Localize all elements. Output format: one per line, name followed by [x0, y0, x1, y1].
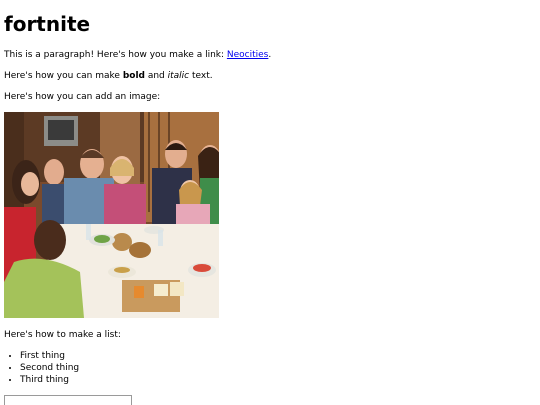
formatting-paragraph: Here's how you can make bold and italic …: [4, 70, 213, 82]
list-item: Second thing: [20, 362, 79, 374]
formatting-middle: and: [144, 71, 168, 81]
page-title: fortnite: [4, 12, 91, 36]
list-item: First thing: [20, 350, 79, 362]
image-paragraph: Here's how you can add an image:: [4, 92, 161, 102]
bullet-list: First thing Second thing Third thing: [4, 350, 79, 386]
formatting-prefix: Here's how you can make: [4, 71, 123, 81]
page-body: fortnite This is a paragraph! Here's how…: [4, 0, 540, 405]
link-paragraph: This is a paragraph! Here's how you make…: [4, 49, 271, 61]
family-dinner-photo: [4, 112, 219, 318]
bold-text: bold: [122, 71, 145, 81]
list-paragraph: Here's how to make a list:: [4, 330, 121, 340]
italic-text: italic: [167, 71, 190, 81]
partial-box: [4, 395, 132, 405]
link-paragraph-suffix: .: [268, 50, 272, 60]
formatting-suffix: text.: [189, 71, 213, 81]
neocities-link[interactable]: Neocities: [227, 50, 268, 60]
list-item: Third thing: [20, 374, 79, 386]
link-paragraph-prefix: This is a paragraph! Here's how you make…: [4, 50, 227, 60]
